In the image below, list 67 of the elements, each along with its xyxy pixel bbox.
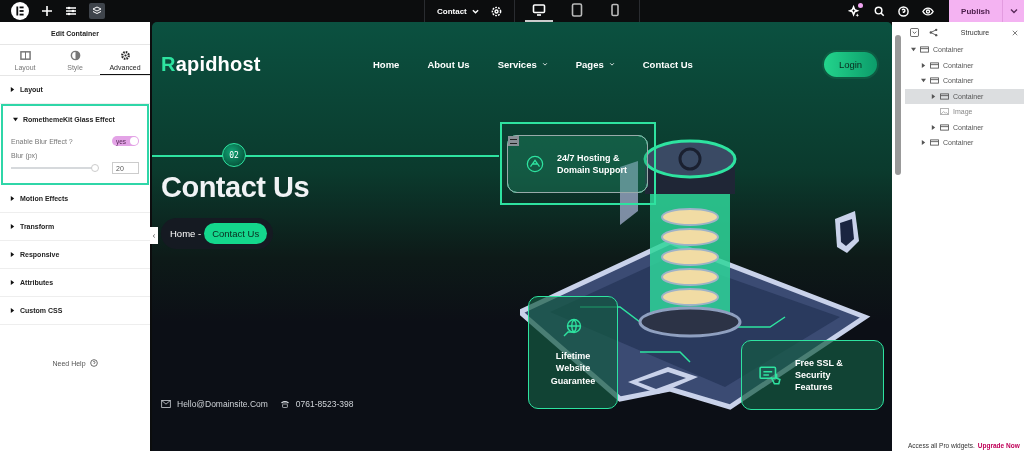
scrollbar[interactable]	[892, 22, 905, 451]
settings-icon[interactable]	[490, 5, 502, 17]
search-icon[interactable]	[874, 5, 885, 17]
nav-link[interactable]: Home	[373, 58, 400, 70]
caret-icon[interactable]	[931, 93, 936, 99]
page-heading: Contact Us	[161, 171, 311, 204]
sparkle-icon[interactable]	[848, 4, 861, 18]
container-icon	[930, 61, 939, 69]
step-badge: 02	[222, 143, 246, 167]
phone-text: 0761-8523-398	[295, 399, 354, 409]
chevron-left-icon	[152, 233, 156, 238]
caret-icon[interactable]	[921, 78, 926, 84]
card-title: 24/7 Hosting & Domain Support	[557, 151, 628, 177]
drag-handle-icon[interactable]	[508, 136, 519, 146]
container-icon	[920, 46, 929, 54]
monitor-icon	[531, 3, 546, 17]
envelope-icon	[161, 400, 171, 408]
caret-icon	[10, 224, 15, 229]
nav-link[interactable]: Contact Us	[642, 58, 693, 70]
preview-eye-icon[interactable]	[922, 5, 934, 17]
caret-icon[interactable]	[911, 47, 916, 53]
nav-link[interactable]: About Us	[427, 58, 470, 70]
container-icon	[930, 77, 939, 85]
container-icon	[940, 92, 949, 100]
caret-icon	[10, 87, 15, 92]
breadcrumb-link[interactable]: Home -	[170, 228, 202, 239]
caret-icon[interactable]	[921, 140, 926, 146]
columns-icon	[19, 50, 31, 61]
caret-icon[interactable]	[931, 124, 936, 130]
publish-button[interactable]: Publish	[949, 0, 1002, 22]
container-icon	[930, 139, 939, 147]
image-icon	[940, 108, 949, 116]
card-title: Lifetime Website Guarantee	[549, 350, 597, 387]
breadcrumb-link[interactable]: Contact Us	[204, 223, 268, 244]
site-logo[interactable]: Rapidhost	[161, 52, 373, 76]
add-icon[interactable]	[41, 5, 53, 17]
half-circle-icon	[69, 50, 81, 61]
email-text: Hello@Domainsite.Com	[177, 399, 268, 409]
collapse-all-icon[interactable]	[910, 28, 919, 37]
caret-icon	[13, 117, 18, 122]
help-icon	[89, 359, 98, 367]
tablet-icon	[569, 3, 584, 17]
layers-icon[interactable]	[89, 3, 105, 19]
gear-icon	[119, 50, 131, 61]
caret-icon	[1008, 6, 1019, 16]
tree-icon[interactable]	[929, 28, 938, 37]
caret-icon	[608, 61, 615, 67]
caret-icon	[10, 308, 15, 313]
sliders-icon[interactable]	[65, 5, 77, 17]
elementor-logo-icon[interactable]	[11, 2, 29, 20]
caret-icon	[10, 280, 15, 285]
caret-icon	[541, 61, 548, 67]
card-title: Free SSL & Security Features	[795, 356, 844, 394]
nav-link[interactable]: Pages	[575, 58, 615, 70]
caret-icon	[471, 7, 479, 15]
caret-icon	[10, 196, 15, 201]
nav-link[interactable]: Services	[497, 58, 548, 70]
security-screen-icon	[759, 364, 781, 386]
close-icon[interactable]	[1012, 29, 1018, 36]
caret-icon[interactable]	[921, 62, 926, 68]
globe-hand-icon	[563, 318, 583, 339]
caret-icon	[10, 252, 15, 257]
publish-options-button[interactable]	[1002, 0, 1024, 22]
login-button[interactable]: Login	[822, 49, 879, 79]
help-icon[interactable]	[898, 5, 909, 17]
telephone-icon	[279, 400, 290, 408]
container-icon	[940, 123, 949, 131]
